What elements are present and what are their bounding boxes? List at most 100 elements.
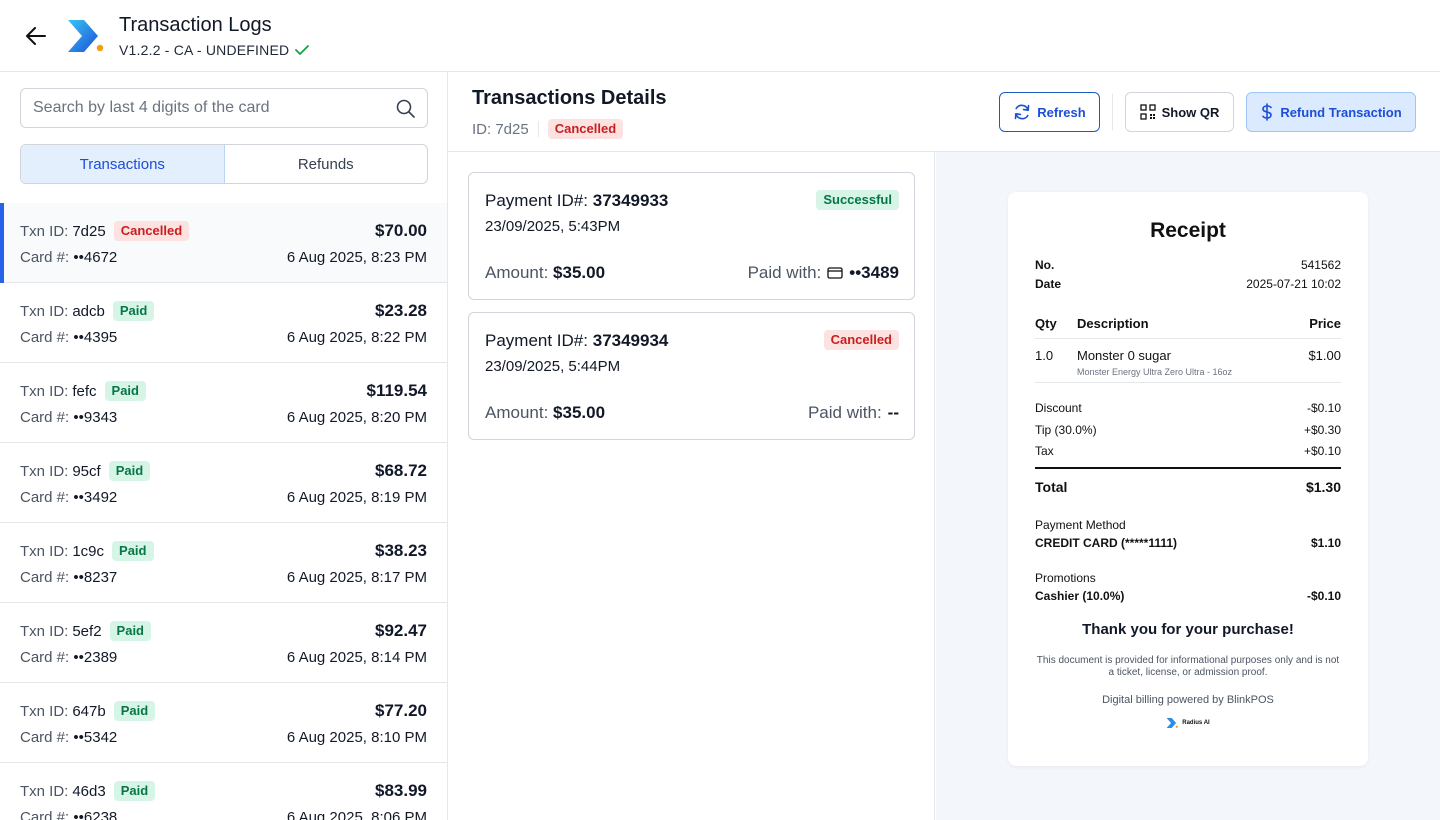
payment-id-value: 37349933 [592, 191, 669, 210]
transaction-list: Txn ID: 7d25 Cancelled $70.00 Card #: ••4672… [0, 203, 447, 820]
payment-status-badge: Successful [816, 190, 899, 210]
divider [1035, 467, 1341, 469]
transaction-row[interactable]: Txn ID: 46d3 Paid $83.99 Card #: ••6238 6 Aug… [0, 763, 447, 820]
status-badge: Paid [104, 381, 146, 401]
show-qr-label: Show QR [1161, 104, 1220, 120]
paid-with-value: ••3489 [849, 263, 899, 282]
transaction-row[interactable]: Txn ID: 1c9c Paid $38.23 Card #: ••8237 6 Aug… [0, 523, 447, 603]
receipt-brand: Radius AI [1035, 717, 1341, 729]
txn-id: Txn ID: 5ef2 Paid [20, 621, 152, 641]
txn-id: Txn ID: 1c9c Paid [20, 541, 154, 561]
payment-id-label: Payment ID#: [485, 331, 588, 350]
txn-card: Card #: ••5342 [20, 729, 117, 746]
transaction-row[interactable]: Txn ID: 5ef2 Paid $92.47 Card #: ••2389 6 Aug… [0, 603, 447, 683]
show-qr-button[interactable]: Show QR [1125, 92, 1234, 132]
txn-date: 6 Aug 2025, 8:14 PM [286, 649, 427, 666]
paid-with-label: Paid with: [807, 403, 882, 422]
txn-amount: $38.23 [375, 541, 427, 560]
tab-transactions[interactable]: Transactions [21, 145, 225, 183]
transaction-row[interactable]: Txn ID: adcb Paid $23.28 Card #: ••4395 6 Aug… [0, 283, 447, 363]
txn-id-label: Txn ID: [20, 462, 69, 480]
divider [1035, 382, 1341, 383]
app-header: Transaction Logs V1.2.2 - CA - UNDEFINED [0, 0, 1440, 72]
card-label: Card #: [20, 329, 70, 346]
item-subtitle: Monster Energy Ultra Zero Ultra - 16oz [1077, 367, 1233, 377]
txn-card: Card #: ••4395 [20, 329, 117, 346]
status-badge: Paid [113, 701, 156, 721]
verified-check-icon [295, 45, 310, 55]
receipt-no-label: No. [1035, 258, 1055, 272]
payment-status-badge: Cancelled [823, 330, 899, 350]
txn-amount: $70.00 [375, 221, 427, 240]
status-badge: Paid [113, 781, 156, 801]
tab-refunds[interactable]: Refunds [225, 145, 428, 183]
transaction-list-panel: Transactions Refunds Txn ID:7d25Cancelle… [0, 72, 448, 820]
txn-date: 6 Aug 2025, 8:20 PM [286, 409, 427, 426]
card-label: Card #: [20, 489, 70, 506]
txn-date: 6 Aug 2025, 8:10 PM [286, 729, 427, 746]
powered-by: Digital billing powered by BlinkPOS [1102, 694, 1274, 706]
card-number: ••8237 [73, 569, 118, 586]
item-name: Monster 0 sugar [1077, 348, 1171, 363]
payment-method-row: CREDIT CARD (*****1111) $1.10 [1035, 536, 1341, 550]
transaction-row[interactable]: Txn ID: 7d25 Cancelled $70.00 Card #: ••4672… [0, 203, 447, 283]
paid-with-value: -- [887, 403, 899, 422]
payment-card[interactable]: Payment ID#: 37349934 Cancelled 23/09/20… [468, 312, 915, 440]
amount-value: $35.00 [553, 403, 606, 422]
promotion-value: Cashier (10.0%) [1035, 589, 1125, 603]
txn-id: Txn ID: 7d25 Cancelled [20, 221, 190, 241]
payment-paid-with: Paid with: ••3489 [748, 263, 899, 283]
refresh-icon [1014, 104, 1030, 120]
app-title: Transaction Logs [119, 14, 272, 36]
detail-id: ID: 7d25 [472, 120, 529, 138]
discount-value: -$0.10 [1306, 401, 1341, 415]
txn-id-value: 7d25 [72, 222, 106, 240]
search-input[interactable] [33, 99, 396, 117]
txn-id-value: adcb [72, 302, 105, 320]
payments-panel: Payment ID#: 37349933 Successful 23/09/2… [448, 152, 935, 820]
card-number: ••4395 [73, 329, 118, 346]
txn-date: 6 Aug 2025, 8:19 PM [286, 489, 427, 506]
transaction-row[interactable]: Txn ID: 95cf Paid $68.72 Card #: ••3492 6 Aug… [0, 443, 447, 523]
txn-id-label: Txn ID: [20, 702, 69, 720]
receipt-disclaimer: This document is provided for informatio… [1036, 655, 1340, 678]
refresh-button[interactable]: Refresh [999, 92, 1100, 132]
app-logo-icon [66, 17, 104, 55]
status-badge: Paid [112, 541, 154, 561]
total-label: Total [1035, 479, 1068, 495]
card-number: ••5342 [73, 729, 118, 746]
tip-row: Tip (30.0%) +$0.30 [1035, 423, 1341, 437]
promotions-label-row: Promotions [1035, 571, 1341, 585]
receipt: Receipt No. 541562 Date 2025-07-21 10:02… [1008, 192, 1368, 766]
payment-method-label-row: Payment Method [1035, 518, 1341, 532]
item-qty: 1.0 [1035, 348, 1054, 363]
txn-id-label: Txn ID: [20, 542, 69, 560]
txn-amount: $83.99 [375, 781, 427, 800]
back-arrow-icon[interactable] [22, 22, 50, 50]
version-text: V1.2.2 - CA - UNDEFINED [119, 42, 290, 58]
txn-id-value: 46d3 [72, 782, 106, 800]
promotions-label: Promotions [1035, 571, 1096, 585]
payment-method-label: Payment Method [1035, 518, 1126, 532]
refund-transaction-button[interactable]: Refund Transaction [1246, 92, 1416, 132]
txn-id: Txn ID: adcb Paid [20, 301, 155, 321]
txn-card: Card #: ••8237 [20, 569, 117, 586]
search-icon[interactable] [396, 99, 415, 118]
card-label: Card #: [20, 729, 70, 746]
amount-label: Amount: [485, 263, 549, 282]
transaction-row[interactable]: Txn ID: 647b Paid $77.20 Card #: ••5342 6 Aug… [0, 683, 447, 763]
thank-you-message: Thank you for your purchase! [1082, 621, 1294, 638]
brand-name: Radius AI [1182, 720, 1210, 726]
total-row: Total $1.30 [1035, 479, 1341, 495]
credit-card-icon [827, 267, 843, 279]
card-number: ••3492 [73, 489, 118, 506]
payment-paid-with: Paid with: -- [808, 403, 899, 423]
transaction-row[interactable]: Txn ID: fefc Paid $119.54 Card #: ••9343 6 Au… [0, 363, 447, 443]
payment-amount: Amount: $35.00 [485, 403, 605, 423]
promotions-row: Cashier (10.0%) -$0.10 [1035, 589, 1341, 603]
refund-label: Refund Transaction [1280, 104, 1402, 120]
col-description: Description [1077, 316, 1149, 331]
payment-card[interactable]: Payment ID#: 37349933 Successful 23/09/2… [468, 172, 915, 300]
txn-id-value: fefc [72, 382, 97, 400]
txn-card: Card #: ••3492 [20, 489, 117, 506]
